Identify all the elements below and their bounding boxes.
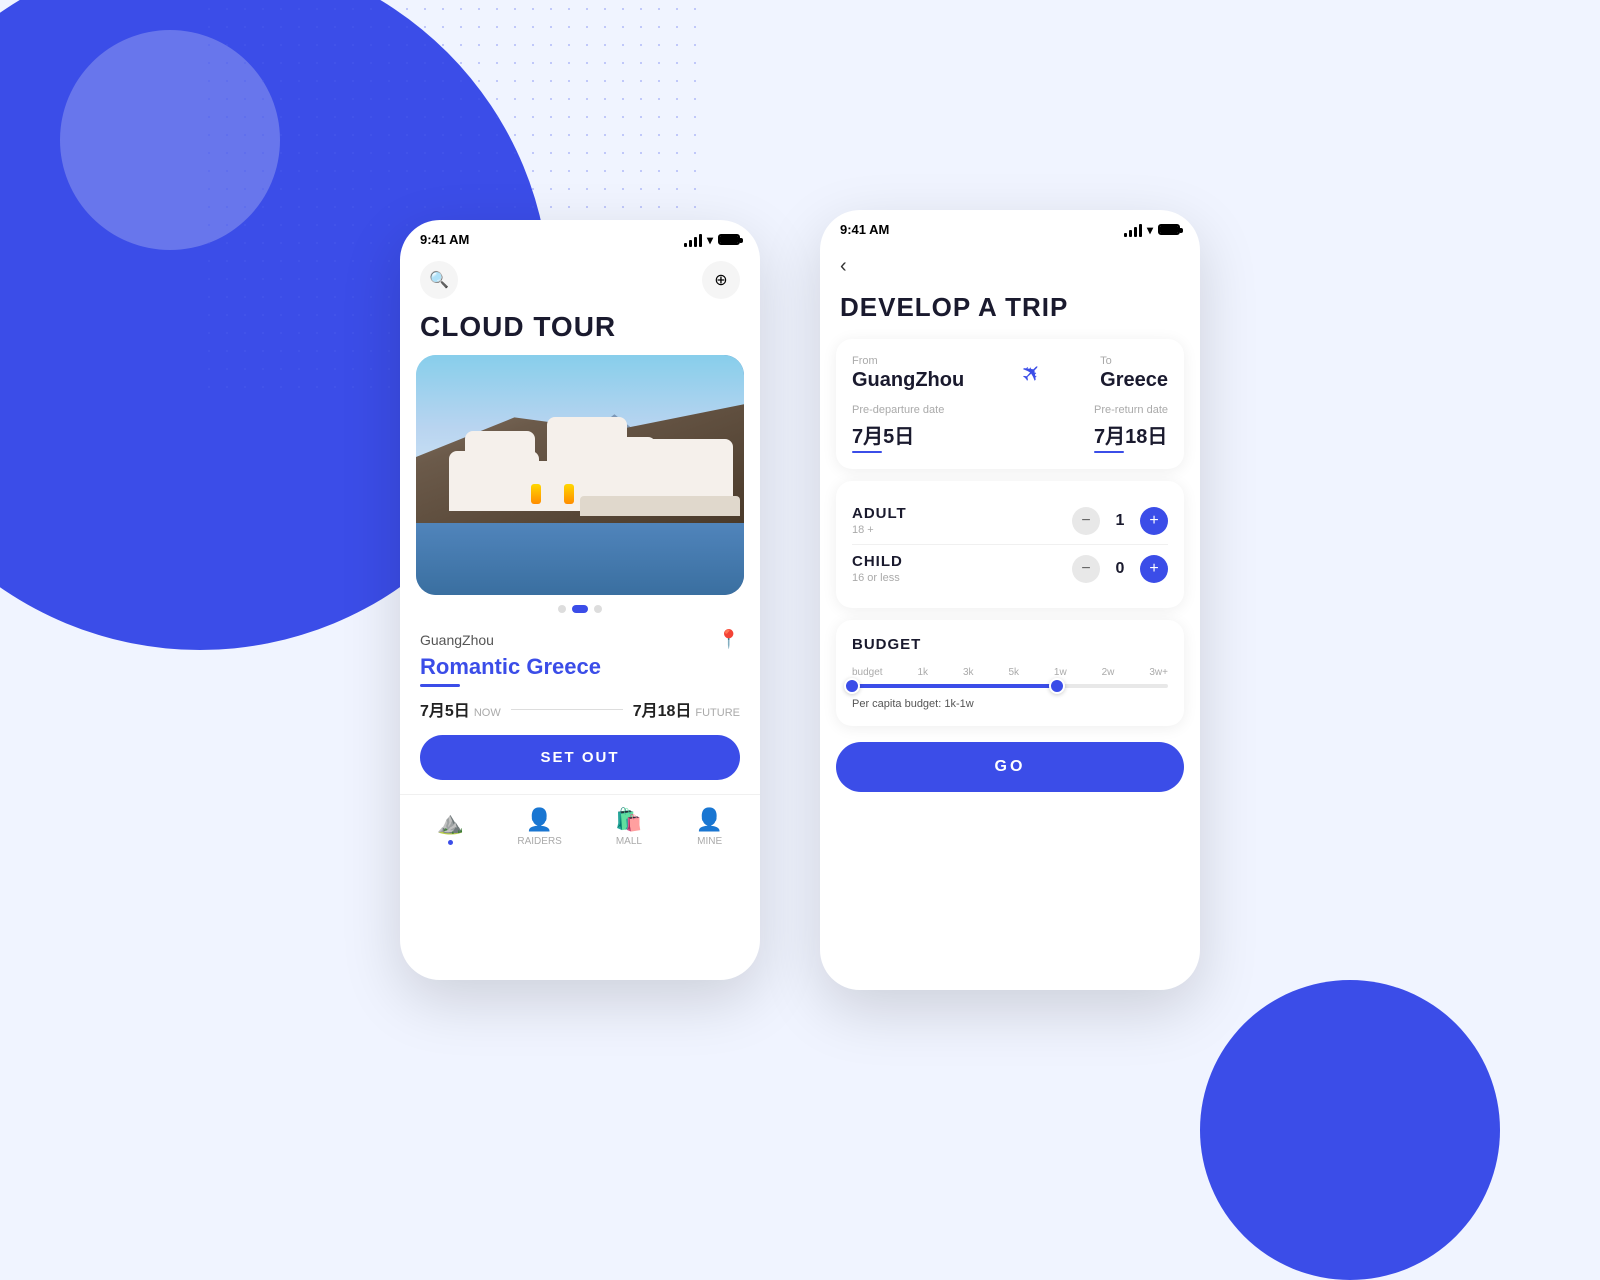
passengers-card: ADULT 18 + − 1 + CHILD 16 or less − 0 bbox=[836, 481, 1184, 608]
status-bar-2: 9:41 AM ▾ bbox=[820, 210, 1200, 243]
santorini-scene bbox=[416, 355, 744, 595]
adult-age: 18 + bbox=[852, 524, 907, 536]
departure-section: Pre-departure date 7月5日 bbox=[852, 404, 944, 453]
return-label: Pre-return date bbox=[1094, 404, 1168, 416]
budget-scale-3w: 3w+ bbox=[1149, 667, 1168, 678]
adult-plus-button[interactable]: + bbox=[1140, 507, 1168, 535]
to-section: To Greece bbox=[1100, 355, 1168, 392]
page-title-1: CLOUD TOUR bbox=[400, 311, 760, 355]
title-underline bbox=[420, 684, 460, 687]
budget-scale-2w: 2w bbox=[1102, 667, 1115, 678]
raiders-icon: 👤 bbox=[526, 807, 553, 833]
date-start-label: NOW bbox=[474, 707, 501, 719]
location-pin-icon: 📍 bbox=[718, 629, 740, 650]
wifi-icon-2: ▾ bbox=[1147, 223, 1153, 237]
mall-icon: 🛍️ bbox=[615, 807, 642, 833]
return-date: 7月18日 bbox=[1094, 420, 1168, 449]
departure-date: 7月5日 bbox=[852, 420, 944, 449]
search-button[interactable]: 🔍 bbox=[420, 261, 458, 299]
status-icons-1: ▾ bbox=[684, 233, 740, 247]
budget-scale-3k: 3k bbox=[963, 667, 974, 678]
child-age: 16 or less bbox=[852, 572, 903, 584]
phone-2: 9:41 AM ▾ ‹ DEVELOP A TRIP bbox=[820, 210, 1200, 990]
budget-scale-1w: 1w bbox=[1054, 667, 1067, 678]
route-card: From GuangZhou ✈ To Greece Pre-departure… bbox=[836, 339, 1184, 469]
back-button[interactable]: ‹ bbox=[840, 251, 855, 282]
child-minus-button[interactable]: − bbox=[1072, 555, 1100, 583]
add-button[interactable]: ⊕ bbox=[702, 261, 740, 299]
child-counter: − 0 + bbox=[1072, 555, 1168, 583]
date-row: 7月5日 NOW 7月18日 FUTURE bbox=[420, 697, 740, 721]
adult-label: ADULT bbox=[852, 505, 907, 522]
child-label: CHILD bbox=[852, 553, 903, 570]
date-end: 7月18日 bbox=[633, 697, 692, 721]
child-plus-button[interactable]: + bbox=[1140, 555, 1168, 583]
adult-minus-button[interactable]: − bbox=[1072, 507, 1100, 535]
battery-icon-2 bbox=[1158, 224, 1180, 235]
nav-raiders-label: RAIDERS bbox=[517, 836, 561, 847]
date-start: 7月5日 bbox=[420, 697, 470, 721]
nav-mine-label: MINE bbox=[697, 836, 722, 847]
budget-scale-label: budget bbox=[852, 667, 883, 678]
status-icons-2: ▾ bbox=[1124, 223, 1180, 237]
slider-thumb-right[interactable] bbox=[1049, 678, 1065, 694]
nav-mall-label: MALL bbox=[616, 836, 642, 847]
set-out-button[interactable]: SET OUT bbox=[420, 735, 740, 780]
plane-icon: ✈ bbox=[1015, 356, 1050, 391]
budget-scale: budget 1k 3k 5k 1w 2w 3w+ bbox=[852, 667, 1168, 678]
status-bar-1: 9:41 AM ▾ bbox=[400, 220, 760, 253]
adult-counter: − 1 + bbox=[1072, 507, 1168, 535]
page-title-2: DEVELOP A TRIP bbox=[820, 288, 1200, 339]
wifi-icon: ▾ bbox=[707, 233, 713, 247]
signal-icon bbox=[684, 233, 702, 247]
trip-dates-row: Pre-departure date 7月5日 Pre-return date … bbox=[852, 404, 1168, 453]
time-2: 9:41 AM bbox=[840, 222, 889, 237]
main-wrapper: 9:41 AM ▾ 🔍 ⊕ CLOUD TOUR bbox=[0, 0, 1600, 1200]
child-row: CHILD 16 or less − 0 + bbox=[852, 544, 1168, 592]
signal-icon-2 bbox=[1124, 223, 1142, 237]
from-section: From GuangZhou bbox=[852, 355, 964, 392]
nav-mine[interactable]: 👤 MINE bbox=[696, 807, 723, 847]
mine-icon: 👤 bbox=[696, 807, 723, 833]
from-label: From bbox=[852, 355, 964, 367]
budget-label: BUDGET bbox=[852, 636, 1168, 653]
date-end-label: FUTURE bbox=[695, 707, 740, 719]
return-section: Pre-return date 7月18日 bbox=[1094, 404, 1168, 453]
budget-card: BUDGET budget 1k 3k 5k 1w 2w 3w+ Per cap… bbox=[836, 620, 1184, 726]
location-name: GuangZhou bbox=[420, 632, 494, 648]
to-label: To bbox=[1100, 355, 1168, 367]
dots-indicator bbox=[400, 605, 760, 613]
nav-mall[interactable]: 🛍️ MALL bbox=[615, 807, 642, 847]
from-city: GuangZhou bbox=[852, 369, 964, 392]
budget-info: Per capita budget: 1k-1w bbox=[852, 698, 1168, 710]
child-count: 0 bbox=[1110, 560, 1130, 578]
budget-scale-1k: 1k bbox=[918, 667, 929, 678]
time-1: 9:41 AM bbox=[420, 232, 469, 247]
budget-slider[interactable] bbox=[852, 684, 1168, 688]
card-info: GuangZhou 📍 Romantic Greece 7月5日 NOW 7月1… bbox=[400, 621, 760, 792]
go-button[interactable]: GO bbox=[836, 742, 1184, 792]
route-row: From GuangZhou ✈ To Greece bbox=[852, 355, 1168, 392]
home-icon: ⛰️ bbox=[437, 810, 464, 836]
phone1-header: 🔍 ⊕ bbox=[400, 253, 760, 311]
trip-name: Romantic Greece bbox=[420, 654, 740, 680]
adult-row: ADULT 18 + − 1 + bbox=[852, 497, 1168, 544]
bottom-nav: ⛰️ 👤 RAIDERS 🛍️ MALL 👤 MINE bbox=[400, 794, 760, 855]
nav-home[interactable]: ⛰️ bbox=[437, 810, 464, 845]
slider-thumb-left[interactable] bbox=[844, 678, 860, 694]
phone-1: 9:41 AM ▾ 🔍 ⊕ CLOUD TOUR bbox=[400, 220, 760, 980]
battery-icon bbox=[718, 234, 740, 245]
budget-scale-5k: 5k bbox=[1008, 667, 1019, 678]
departure-label: Pre-departure date bbox=[852, 404, 944, 416]
phone2-header: ‹ bbox=[820, 243, 1200, 288]
adult-count: 1 bbox=[1110, 512, 1130, 530]
to-city: Greece bbox=[1100, 369, 1168, 392]
hero-image bbox=[416, 355, 744, 595]
nav-raiders[interactable]: 👤 RAIDERS bbox=[517, 807, 561, 847]
